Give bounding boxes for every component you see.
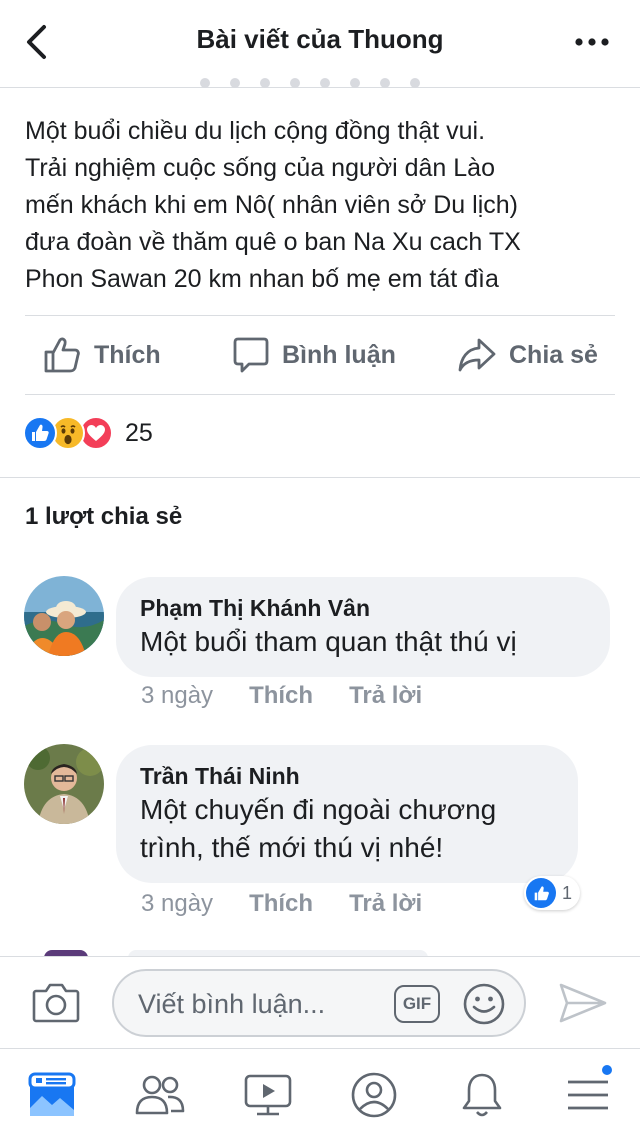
like-button[interactable]: Thích [42,316,161,394]
comment-like-button[interactable]: Thích [249,682,313,710]
friends-icon [135,1075,185,1115]
post-text: Một buổi chiều du lịch cộng đồng thật vu… [25,113,620,298]
top-bar: Bài viết của Thuong [0,0,640,88]
menu-icon [568,1080,608,1110]
camera-icon [32,983,80,1023]
comment-meta: 3 ngày Thích Trả lời [141,682,422,710]
comment-reply-button[interactable]: Trả lời [349,890,422,918]
news-feed-icon [28,1072,76,1116]
sticker-button[interactable] [462,982,506,1031]
share-count[interactable]: 1 lượt chia sẻ [25,503,182,531]
avatar[interactable] [24,576,104,656]
reaction-count: 25 [125,418,153,447]
comment-bubble-icon [233,337,269,373]
comment-bubble[interactable]: Trần Thái Ninh Một chuyến đi ngoài chươn… [116,745,578,883]
tab-menu[interactable] [560,1063,616,1123]
image-pager-dots [200,78,420,88]
comment-bubble[interactable]: Phạm Thị Khánh Vân Một buổi tham quan th… [116,577,610,677]
comment-reaction-badge[interactable]: 1 [524,876,581,910]
divider [25,394,615,395]
comment-meta: 3 ngày Thích Trả lời [141,890,422,918]
watch-video-icon [244,1074,292,1116]
post-text-line: mến khách khi em Nô( nhân viên sở Du lịc… [25,191,518,219]
more-horizontal-icon [575,38,609,46]
notification-dot [600,1063,614,1077]
like-reaction-icon [23,416,57,450]
tab-news-feed[interactable] [24,1067,80,1123]
share-button[interactable]: Chia sẻ [457,316,598,394]
share-arrow-icon [458,338,496,372]
like-label: Thích [94,340,161,369]
comment-reply-button[interactable]: Trả lời [349,682,422,710]
post-text-line: đưa đoàn về thăm quê o ban Na Xu cach TX [25,228,521,256]
send-button[interactable] [558,981,608,1030]
post-text-line: Một buổi chiều du lịch cộng đồng thật vu… [25,117,486,145]
tab-profile[interactable] [346,1067,402,1123]
post-action-bar: Thích Bình luận Chia sẻ [0,316,640,394]
comment-composer: Viết bình luận... GIF [0,956,640,1048]
commenter-name[interactable]: Phạm Thị Khánh Vân [140,593,584,623]
comment-placeholder: Viết bình luận... [138,989,326,1019]
divider [0,477,640,478]
bell-icon [462,1073,502,1117]
commenter-name[interactable]: Trần Thái Ninh [140,761,552,791]
avatar[interactable] [24,744,104,824]
comment-label: Bình luận [282,340,396,369]
page-title: Bài viết của Thuong [196,24,444,54]
tab-friends[interactable] [132,1067,188,1123]
tab-notifications[interactable] [454,1067,510,1123]
post-text-line: Phon Sawan 20 km nhan bố mẹ em tát đìa [25,265,499,293]
profile-icon [351,1072,397,1118]
camera-button[interactable] [32,981,80,1028]
tab-watch[interactable] [240,1067,296,1123]
post-text-line: Trải nghiệm cuộc sống của người dân Lào [25,154,495,182]
comment-input[interactable]: Viết bình luận... GIF [112,969,526,1037]
comment-time: 3 ngày [141,890,214,917]
thumbs-up-icon [44,337,80,373]
reaction-summary[interactable]: 25 [23,416,153,450]
comment-text-line: trình, thế mới thú vị nhé! [140,832,444,863]
bottom-tab-bar [0,1048,640,1136]
comment-like-button[interactable]: Thích [249,890,313,918]
smiley-icon [463,983,505,1025]
send-icon [559,983,607,1023]
comment-time: 3 ngày [141,682,214,709]
comment-text-line: Một chuyến đi ngoài chương [140,794,497,825]
gif-button[interactable]: GIF [394,985,440,1023]
share-label: Chia sẻ [509,340,598,369]
comment-text: Một buổi tham quan thật thú vị [140,626,517,657]
comment-button[interactable]: Bình luận [232,316,396,394]
comment-like-count: 1 [562,882,573,903]
like-reaction-icon [526,878,556,908]
more-options-button[interactable] [572,28,612,56]
